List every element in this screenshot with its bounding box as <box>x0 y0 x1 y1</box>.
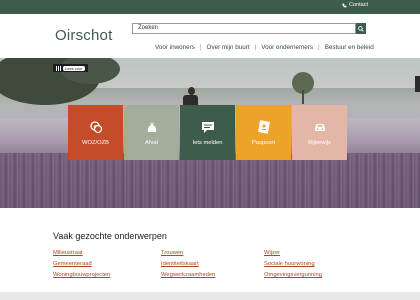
topic-link[interactable]: Milieustraat <box>53 250 161 256</box>
tile-label: Rijbewijs <box>308 139 331 146</box>
hero-heather <box>0 153 420 208</box>
tile-iets-melden[interactable]: Iets melden <box>180 105 235 160</box>
side-tab[interactable] <box>415 76 420 92</box>
hero-tree-trunk <box>302 90 304 104</box>
search-input[interactable]: Zoeken <box>132 23 356 34</box>
footer-strip <box>0 292 420 300</box>
contact-link[interactable]: Contact <box>342 2 368 8</box>
hero-person <box>188 87 195 95</box>
nav-item-ondernemers[interactable]: Voor ondernemers <box>261 44 313 51</box>
popular-topics-title: Vaak gezochte onderwerpen <box>53 231 167 241</box>
search-input-value: Zoeken <box>138 25 159 31</box>
topic-link[interactable]: Identiteitskaart <box>161 261 264 267</box>
topic-link[interactable]: Omgevingsvergunning <box>264 272 374 278</box>
tile-label: WOZ/OZB <box>81 139 110 146</box>
site-logo[interactable]: Oirschot <box>55 27 112 44</box>
nav-divider: | <box>254 44 257 51</box>
car-icon <box>314 123 325 131</box>
topic-link[interactable]: Gemeenteraad <box>53 261 161 267</box>
site-header: Oirschot Zoeken Voor inwoners | Over mij… <box>0 14 420 58</box>
grid-icon <box>56 65 61 71</box>
tile-rijbewijs[interactable]: Rijbewijs <box>292 105 347 160</box>
tile-afval[interactable]: Afval <box>124 105 179 160</box>
nav-divider: | <box>318 44 320 51</box>
tile-label: Paspoort <box>251 139 276 146</box>
top-bar: Contact <box>0 0 420 14</box>
quick-tiles: € WOZ/OZB Afval Iets melden Paspoort Rij… <box>68 105 347 160</box>
nav-item-buurt[interactable]: Over mijn buurt <box>207 44 250 51</box>
topic-link[interactable]: Wegwerkzaamheden <box>161 272 264 278</box>
nav-divider: | <box>199 44 202 51</box>
search-icon <box>358 25 364 32</box>
passport-icon <box>257 119 270 134</box>
tile-label: Afval <box>145 139 158 146</box>
read-aloud-button[interactable]: Lees voor <box>53 64 88 72</box>
speech-bubble-icon <box>201 121 214 133</box>
nav-item-bestuur[interactable]: Bestuur en beleid <box>325 44 374 51</box>
tile-woz-ozb[interactable]: € WOZ/OZB <box>68 105 123 160</box>
tile-paspoort[interactable]: Paspoort <box>236 105 291 160</box>
contact-label: Contact <box>349 2 368 8</box>
tile-label: Iets melden <box>192 139 223 146</box>
main-nav: Voor inwoners | Over mijn buurt | Voor o… <box>155 44 374 51</box>
coins-icon: € <box>89 120 102 133</box>
nav-item-inwoners[interactable]: Voor inwoners <box>155 44 195 51</box>
topic-link[interactable]: Trouwen <box>161 250 264 256</box>
search-button[interactable] <box>356 23 366 34</box>
trash-bag-icon <box>147 121 156 132</box>
popular-topics-list: Milieustraat Trouwen Wijzer Gemeenteraad… <box>53 250 374 278</box>
phone-icon <box>342 3 347 7</box>
topic-link[interactable]: Wijzer <box>264 250 374 256</box>
topic-link[interactable]: Sociale huurwoning <box>264 261 374 267</box>
read-aloud-label: Lees voor <box>63 65 85 71</box>
topic-link[interactable]: Woningbouwprojecten <box>53 272 161 278</box>
